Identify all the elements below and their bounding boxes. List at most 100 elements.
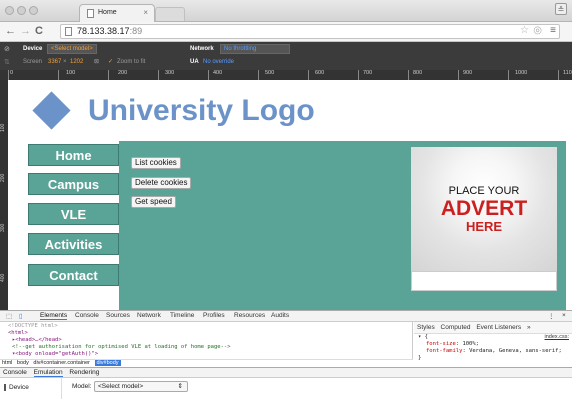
ua-value[interactable]: No override <box>203 59 234 65</box>
styles-tab-bar: Styles Computed Event Listeners » <box>414 322 572 334</box>
breadcrumb-item[interactable]: div#container.container <box>33 360 90 366</box>
tab-resources[interactable]: Resources <box>234 312 265 319</box>
advert-banner[interactable]: PLACE YOUR ADVERT HERE <box>411 147 557 290</box>
advert-line-1: PLACE YOUR <box>448 185 520 197</box>
page-viewport: University Logo Home Campus VLE Activiti… <box>8 80 572 310</box>
logo-diamond-icon <box>32 91 71 130</box>
elements-tree[interactable]: <!DOCTYPE html> <html> ▸<head>…</head> <… <box>0 322 413 359</box>
window-title-bar: Home × ≗ <box>0 0 572 22</box>
ruler-label: 100 <box>0 123 6 132</box>
breadcrumb-item-current[interactable]: div#body <box>94 360 121 366</box>
sidebar-item-device[interactable]: Device <box>4 384 29 391</box>
tab-audits[interactable]: Audits <box>271 312 289 319</box>
styles-pane: ▾ { index.css: font-size: 100%; font-fam… <box>414 334 572 367</box>
university-logo[interactable]: University Logo <box>88 94 315 128</box>
url-port: :89 <box>129 26 143 36</box>
drawer-tab-rendering[interactable]: Rendering <box>69 369 99 376</box>
menu-icon[interactable]: ≡ <box>550 25 556 36</box>
delete-cookies-button[interactable]: Delete cookies <box>131 177 192 189</box>
property-value: Verdana, Geneva, sans-serif; <box>469 348 562 354</box>
screen-height[interactable]: 1202 <box>70 59 83 65</box>
new-tab-button[interactable] <box>155 7 185 21</box>
tab-computed[interactable]: Computed <box>441 324 471 331</box>
profile-icon[interactable]: ≗ <box>555 3 567 15</box>
screen-width[interactable]: 3367 <box>48 59 61 65</box>
ruler-label: 400 <box>213 70 223 76</box>
property-value: 100%; <box>462 341 479 347</box>
extension-icon[interactable]: ◎ <box>533 25 542 36</box>
drawer-tab-emulation[interactable]: Emulation <box>33 369 63 377</box>
ruler-label: 800 <box>413 70 423 76</box>
maximize-window-button[interactable] <box>29 6 38 15</box>
ruler-label: 400 <box>0 273 6 282</box>
list-cookies-button[interactable]: List cookies <box>131 157 181 169</box>
style-property[interactable]: font-size: 100%; <box>418 341 572 348</box>
tab-elements[interactable]: Elements <box>40 312 68 320</box>
menu-item-contact[interactable]: Contact <box>28 264 119 286</box>
ruler-label: 100 <box>66 70 76 76</box>
ruler-label: 0 <box>10 70 14 76</box>
address-bar[interactable]: 78.133.38.17:89 ☆ ◎ ≡ <box>60 24 560 39</box>
browser-tab-home[interactable]: Home × <box>79 4 155 22</box>
more-tabs-icon[interactable]: » <box>527 324 531 331</box>
select-arrows-icon: ⇕ <box>177 383 183 390</box>
dom-line[interactable]: <!DOCTYPE html> <box>8 323 412 330</box>
tab-title: Home <box>98 9 117 16</box>
model-select-value: <Select model> <box>98 383 144 390</box>
zoom-to-fit-label[interactable]: Zoom to fit <box>117 59 145 65</box>
tab-console[interactable]: Console <box>75 312 99 319</box>
device-toggle-icon[interactable]: ▯ <box>19 312 23 320</box>
drawer-tab-bar: Console Emulation Rendering <box>0 367 572 378</box>
dom-line[interactable]: ▸<head>…</head> <box>8 337 412 344</box>
menu-item-activities[interactable]: Activities <box>28 233 119 255</box>
more-options-icon[interactable]: ⋮ <box>548 312 555 320</box>
tab-network[interactable]: Network <box>137 312 161 319</box>
close-window-button[interactable] <box>5 6 14 15</box>
style-rule-close: } <box>418 355 422 361</box>
close-devtools-icon[interactable]: × <box>562 312 566 319</box>
ruler-label: 300 <box>165 70 175 76</box>
back-arrow-icon[interactable]: ← <box>5 25 16 37</box>
checkbox-icon[interactable]: ✓ <box>108 58 113 65</box>
menu-item-home[interactable]: Home <box>28 144 119 166</box>
dom-line[interactable]: <html> <box>8 330 412 337</box>
ruler-label: 1000 <box>515 70 528 76</box>
style-source-link[interactable]: index.css: <box>545 334 569 341</box>
menu-item-campus[interactable]: Campus <box>28 173 119 195</box>
style-property[interactable]: font-family: Verdana, Geneva, sans-serif… <box>418 348 572 355</box>
device-mode-bar: ⊘ Device <Select model> ⇅ Screen 3367 × … <box>0 42 572 70</box>
tab-sources[interactable]: Sources <box>106 312 130 319</box>
ruler-label: 700 <box>363 70 373 76</box>
inspect-icon[interactable]: ⬚ <box>6 312 12 320</box>
device-mode-icon[interactable]: ⊘ <box>4 45 10 53</box>
ruler-label: 900 <box>463 70 473 76</box>
emulation-drawer: Device Model: <Select model> ⇕ <box>0 378 572 399</box>
model-select[interactable]: <Select model> ⇕ <box>94 381 188 392</box>
forward-arrow-icon[interactable]: → <box>20 25 31 37</box>
ua-label: UA <box>190 59 199 65</box>
reload-icon[interactable]: C <box>35 25 43 37</box>
dom-line[interactable]: ▾<body onload="getAuth()"> <box>8 351 412 358</box>
rotate-icon[interactable]: ⊠ <box>94 58 99 65</box>
drawer-tab-console[interactable]: Console <box>3 369 27 376</box>
tab-styles[interactable]: Styles <box>417 324 435 331</box>
breadcrumb-item[interactable]: html <box>2 360 12 366</box>
menu-item-vle[interactable]: VLE <box>28 203 119 225</box>
advert-line-3: HERE <box>465 219 503 234</box>
ruler-label: 200 <box>0 173 6 182</box>
breadcrumb-item[interactable]: body <box>17 360 29 366</box>
tab-timeline[interactable]: Timeline <box>170 312 194 319</box>
network-throttle-select[interactable]: No throttling <box>220 44 290 54</box>
get-speed-button[interactable]: Get speed <box>131 196 176 208</box>
dom-line[interactable]: <!--get authorisation for optimised VLE … <box>8 344 412 351</box>
breadcrumb: html body div#container.container div#bo… <box>0 359 413 367</box>
ruler-label: 110 <box>563 70 572 76</box>
tab-event-listeners[interactable]: Event Listeners <box>476 324 521 331</box>
swap-icon[interactable]: ⇅ <box>4 58 10 66</box>
bookmark-star-icon[interactable]: ☆ <box>520 25 529 36</box>
model-label: Model: <box>72 383 92 390</box>
minimize-window-button[interactable] <box>17 6 26 15</box>
device-model-select[interactable]: <Select model> <box>47 44 97 54</box>
tab-close-icon[interactable]: × <box>143 8 148 17</box>
tab-profiles[interactable]: Profiles <box>203 312 225 319</box>
